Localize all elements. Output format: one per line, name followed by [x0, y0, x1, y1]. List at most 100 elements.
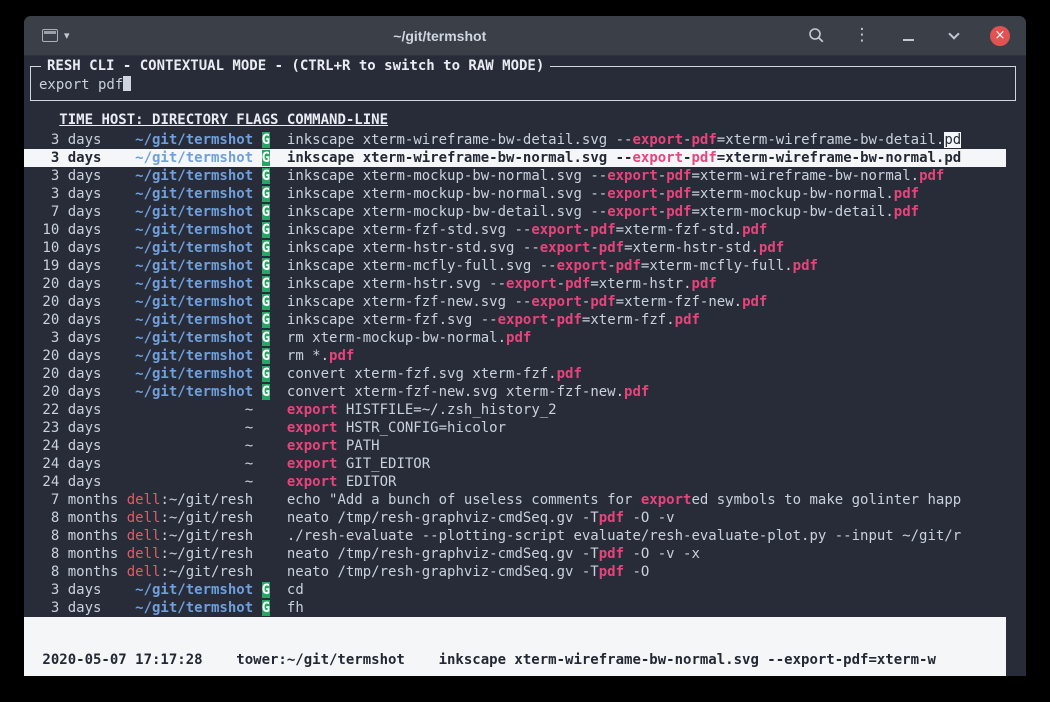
row-text: inkscape xterm-mockup-bw-normal.svg --	[270, 168, 607, 184]
git-flag-badge: G	[262, 222, 270, 238]
resh-search-box[interactable]: RESH CLI - CONTEXTUAL MODE - (CTRL+R to …	[30, 66, 1016, 101]
row-text: 3 days	[34, 132, 127, 148]
history-row[interactable]: 10 days ~/git/termshot G inkscape xterm-…	[24, 221, 1006, 239]
match-highlight: export	[607, 204, 658, 220]
row-text: -O	[624, 564, 649, 580]
match-highlight: pdf	[742, 294, 767, 310]
history-row[interactable]: 20 days ~/git/termshot G convert xterm-f…	[24, 365, 1006, 383]
match-highlight: export	[287, 474, 338, 490]
row-text: 7 months	[34, 492, 127, 508]
row-text	[253, 132, 261, 148]
git-flag-badge: G	[262, 330, 270, 346]
match-highlight: pdf	[599, 546, 624, 562]
search-icon	[808, 27, 825, 44]
search-query-text: export pdf	[39, 77, 123, 93]
row-text: -	[658, 204, 666, 220]
row-text: 24 days ~	[34, 474, 287, 490]
history-list: 3 days ~/git/termshot G inkscape xterm-w…	[24, 131, 1006, 617]
match-highlight: pdf	[557, 312, 582, 328]
git-flag-badge: G	[262, 276, 270, 292]
row-text: 23 days ~	[34, 420, 287, 436]
row-text: 7 days	[34, 204, 127, 220]
history-row[interactable]: 20 days ~/git/termshot G inkscape xterm-…	[24, 311, 1006, 329]
row-directory: ~/git/termshot	[127, 240, 253, 256]
history-row[interactable]: 3 days ~/git/termshot G cd	[24, 581, 1006, 599]
git-flag-badge: G	[262, 348, 270, 364]
row-directory: ~/git/termshot	[127, 168, 253, 184]
match-highlight: export	[287, 420, 338, 436]
git-flag-badge: G	[262, 258, 270, 274]
row-text: 10 days	[34, 240, 127, 256]
history-row[interactable]: 7 months dell:~/git/resh echo "Add a bun…	[24, 491, 1006, 509]
row-text	[253, 600, 261, 616]
row-text: 20 days	[34, 294, 127, 310]
history-row[interactable]: 7 days ~/git/termshot G inkscape xterm-m…	[24, 203, 1006, 221]
history-row[interactable]: 3 days ~/git/termshot G fh	[24, 599, 1006, 617]
row-text: 20 days	[34, 366, 127, 382]
row-text	[253, 384, 261, 400]
history-row[interactable]: 24 days ~ export GIT_EDITOR	[24, 455, 1006, 473]
row-text: EDITOR	[337, 474, 396, 490]
history-row[interactable]: 20 days ~/git/termshot G inkscape xterm-…	[24, 275, 1006, 293]
match-highlight: export	[607, 168, 658, 184]
match-highlight: pdf	[599, 510, 624, 526]
minimize-button[interactable]	[898, 26, 918, 46]
history-row[interactable]: 20 days ~/git/termshot G inkscape xterm-…	[24, 293, 1006, 311]
row-text: 3 days	[34, 600, 127, 616]
row-directory: ~/git/termshot	[127, 582, 253, 598]
row-text: 8 months	[34, 528, 127, 544]
row-text	[253, 582, 261, 598]
row-text: =xterm-fzf-std.	[616, 222, 742, 238]
history-row[interactable]: 19 days ~/git/termshot G inkscape xterm-…	[24, 257, 1006, 275]
history-row[interactable]: 22 days ~ export HISTFILE=~/.zsh_history…	[24, 401, 1006, 419]
history-row[interactable]: 24 days ~ export PATH	[24, 437, 1006, 455]
history-row[interactable]: 8 months dell:~/git/resh neato /tmp/resh…	[24, 545, 1006, 563]
row-text: 3 days	[34, 150, 127, 166]
row-text: inkscape xterm-mockup-bw-detail.svg --	[270, 204, 607, 220]
header-indent	[34, 112, 59, 128]
row-text: -	[557, 276, 565, 292]
match-highlight: export	[557, 258, 608, 274]
selected-entry-detail: 2020-05-07 17:17:28 tower:~/git/termshot…	[24, 617, 1006, 676]
match-highlight: pdf	[691, 150, 716, 166]
match-highlight: pdf	[666, 168, 691, 184]
restore-button[interactable]	[944, 26, 964, 46]
column-headers: TIME HOST: DIRECTORY FLAGS COMMAND-LINE	[24, 105, 1026, 129]
row-text: -	[548, 312, 556, 328]
history-row[interactable]: 8 months dell:~/git/resh neato /tmp/resh…	[24, 509, 1006, 527]
history-row[interactable]: 3 days ~/git/termshot G inkscape xterm-w…	[24, 131, 1006, 149]
history-row[interactable]: 8 months dell:~/git/resh neato /tmp/resh…	[24, 563, 1006, 581]
history-row[interactable]: 10 days ~/git/termshot G inkscape xterm-…	[24, 239, 1006, 257]
new-terminal-button[interactable]: ▾	[38, 27, 74, 44]
match-highlight: pdf	[675, 312, 700, 328]
search-input[interactable]: export pdf	[39, 76, 1007, 94]
row-text: 8 months	[34, 564, 127, 580]
match-highlight: pdf	[590, 294, 615, 310]
history-row[interactable]: 20 days ~/git/termshot G convert xterm-f…	[24, 383, 1006, 401]
history-row[interactable]: 3 days ~/git/termshot G rm xterm-mockup-…	[24, 329, 1006, 347]
row-host: dell	[127, 564, 161, 580]
match-highlight: pdf	[557, 366, 582, 382]
history-row[interactable]: 3 days ~/git/termshot G inkscape xterm-m…	[24, 185, 1006, 203]
history-row[interactable]: 8 months dell:~/git/resh ./resh-evaluate…	[24, 527, 1006, 545]
history-row[interactable]: 23 days ~ export HSTR_CONFIG=hicolor	[24, 419, 1006, 437]
match-highlight: pdf	[616, 258, 641, 274]
history-row[interactable]: 20 days ~/git/termshot G rm *.pdf	[24, 347, 1006, 365]
history-row[interactable]: 24 days ~ export EDITOR	[24, 473, 1006, 491]
row-text	[253, 258, 261, 274]
history-row-selected[interactable]: 3 days ~/git/termshot G inkscape xterm-w…	[24, 149, 1006, 167]
match-highlight: export	[641, 492, 692, 508]
row-directory: ~/git/termshot	[127, 348, 253, 364]
match-highlight: pdf	[666, 204, 691, 220]
close-button[interactable]: ×	[990, 26, 1010, 46]
menu-button[interactable]: ⋮	[852, 26, 872, 46]
git-flag-badge: G	[262, 204, 270, 220]
row-text: 8 months	[34, 510, 127, 526]
match-highlight: pdf	[565, 276, 590, 292]
history-row[interactable]: 3 days ~/git/termshot G inkscape xterm-m…	[24, 167, 1006, 185]
git-flag-badge: G	[262, 582, 270, 598]
search-button[interactable]	[806, 26, 826, 46]
row-directory: ~/git/termshot	[127, 330, 253, 346]
match-highlight: export	[540, 240, 591, 256]
row-text: HISTFILE=~/.zsh_history_2	[337, 402, 556, 418]
